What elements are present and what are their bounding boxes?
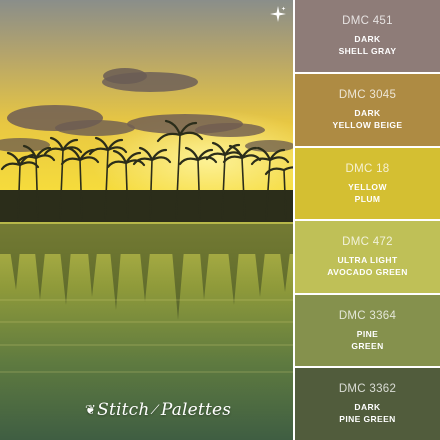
swatch-dmc-18[interactable]: DMC 18 YELLOW PLUM [295,148,440,219]
swatch-name-line1: DARK [354,108,381,118]
logo-text-2: Palettes [160,400,232,420]
swatch-code: DMC 18 [345,162,390,175]
swatch-name-line1: DARK [354,34,381,44]
swatch-code: DMC 472 [342,236,393,248]
swatch-dmc-451[interactable]: DMC 451 DARK SHELL GRAY [295,0,440,72]
swatch-name-line1: PINE [356,328,379,339]
swatch-name-line1: ULTRA LIGHT [337,255,398,265]
swatch-dmc-3045[interactable]: DMC 3045 DARK YELLOW BEIGE [295,74,440,146]
logo-text-1: Stitch [97,400,150,420]
swatch-name-line2: PINE GREEN [339,414,396,424]
swatch-code: DMC 3362 [338,383,397,395]
swatch-dmc-472[interactable]: DMC 472 ULTRA LIGHT AVOCADO GREEN [295,221,440,293]
swatch-code: DMC 3045 [338,89,397,101]
stitch-palettes-logo: ❦ Stitch ⟋ Palettes [84,396,231,424]
landscape-photo: ❦ Stitch ⟋ Palettes [0,0,293,440]
swatch-dmc-3364[interactable]: DMC 3364 PINE GREEN [295,295,440,366]
sparkle-icon [270,6,286,22]
swatch-name-line2: SHELL GRAY [338,46,397,56]
swatch-name-line2: AVOCADO GREEN [327,267,408,277]
leaf-icon: ❦ [85,402,97,418]
swatch-code: DMC 3364 [338,309,397,322]
swatch-code: DMC 451 [342,15,393,27]
swatch-name-line2: GREEN [351,340,384,351]
palette-card: ❦ Stitch ⟋ Palettes DMC 451 DARK SHELL G… [0,0,440,440]
swatch-name-line2: YELLOW BEIGE [332,120,403,130]
swatch-dmc-3362[interactable]: DMC 3362 DARK PINE GREEN [295,368,440,440]
color-palette: DMC 451 DARK SHELL GRAY DMC 3045 DARK YE… [295,0,440,440]
swatch-name-line2: PLUM [354,193,381,204]
swatch-name-line1: DARK [354,402,381,412]
needle-icon: ⟋ [150,402,160,418]
swatch-name-line1: YELLOW [348,181,387,192]
